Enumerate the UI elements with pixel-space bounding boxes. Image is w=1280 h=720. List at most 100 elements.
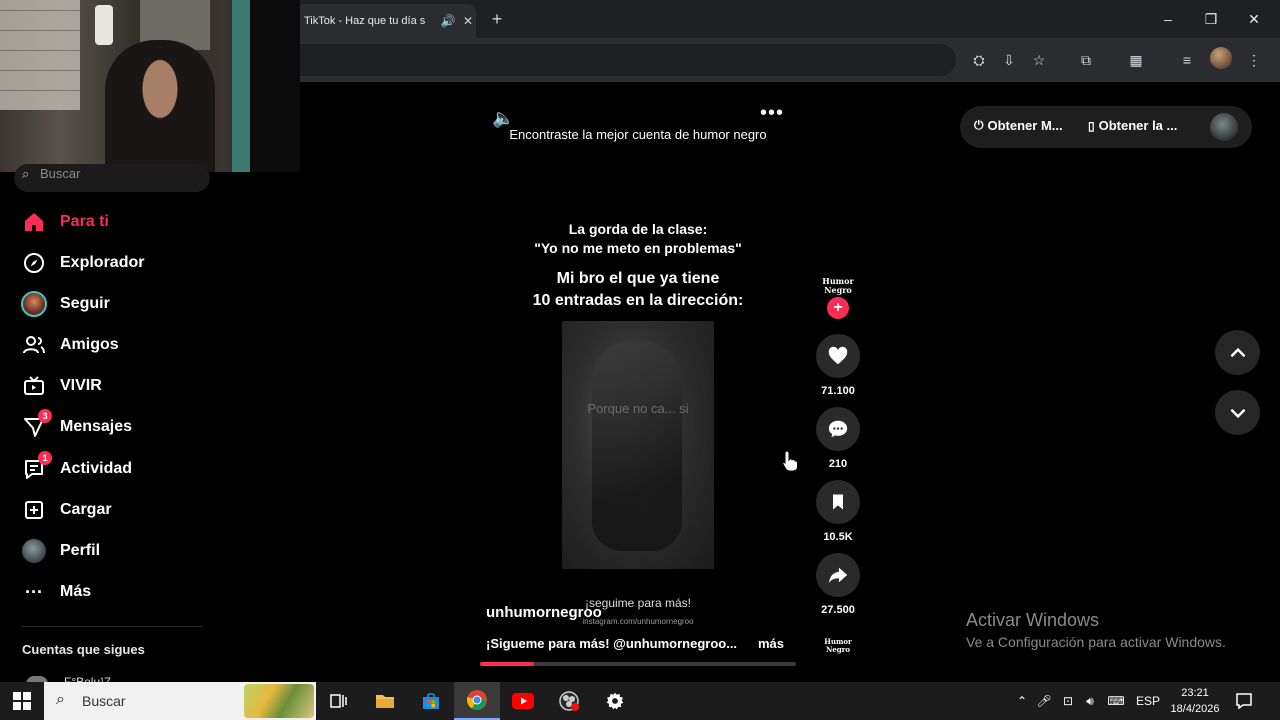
video-progress-fill [480,662,534,666]
share-button[interactable] [816,553,860,597]
new-tab-button[interactable]: + [486,8,508,30]
comment-button[interactable] [816,407,860,451]
extensions-icon[interactable]: ⧉ [1074,48,1098,72]
friends-icon [20,331,48,359]
volume-tray-icon[interactable]: 🔊︎ [1080,682,1100,720]
video-caption-top: Encontraste la mejor cuenta de humor neg… [509,127,767,142]
upload-icon [20,496,48,524]
tab-close-icon[interactable]: ✕ [460,14,476,28]
webcam-person [105,40,215,172]
activity-icon: 1 [20,451,52,483]
messages-badge: 3 [38,409,52,423]
next-video-button[interactable] [1215,390,1260,435]
chrome-menu-icon[interactable]: ⋮ [1242,48,1266,72]
taskbar-search-placeholder: Buscar [82,693,126,709]
music-disc[interactable]: Humor Negro [818,638,858,654]
home-icon [20,208,48,236]
sidebar-item-cargar[interactable]: Cargar [20,495,112,525]
file-explorer-button[interactable] [362,682,408,720]
sidebar-item-actividad[interactable]: 1 Actividad [20,451,132,484]
show-hidden-icons-chevron-up-icon[interactable]: ⌃ [1014,682,1030,720]
search-icon: ⌕ [56,691,65,708]
windows-taskbar: ⌕ Buscar ⌃ 🎤︎ ⊡ 🔊︎ ⌨ ESP 23:21 18/4/2026 [0,682,1280,720]
video-more-options-icon[interactable]: ••• [760,102,784,125]
get-desktop-app-button[interactable]: ⏻ Obtener M... [974,118,1063,133]
compass-icon [20,249,48,277]
sidebar-item-label: Mensajes [60,418,133,435]
windows-start-button[interactable] [0,682,44,720]
user-avatar[interactable] [1210,113,1238,141]
network-icon[interactable]: ⊡ [1058,682,1078,720]
sidebar-item-label: Perfil [60,542,101,559]
obs-recording-icon [559,691,579,711]
task-view-button[interactable] [316,682,362,720]
translate-icon[interactable]: ⛭ [967,48,991,72]
get-app-bar: ⏻ Obtener M... ▯ Obtener la ... [960,106,1252,148]
folder-icon [376,695,394,708]
video-player[interactable]: 🔈 ••• Encontraste la mejor cuenta de hum… [480,96,796,668]
chrome-taskbar-button[interactable] [454,682,500,720]
video-caption-mid: La gorda de la clase: "Yo no me meto en … [534,221,742,256]
install-app-icon[interactable]: ⇩ [997,48,1021,72]
more-dots-icon: ··· [25,581,43,602]
taskbar-clock[interactable]: 23:21 18/4/2026 [1168,685,1222,717]
comment-count: 210 [828,458,848,470]
tab-audio-icon[interactable]: 🔊 [440,14,456,28]
profile-avatar-browser[interactable] [1210,47,1232,69]
heart-icon [828,346,848,365]
chevron-down-icon [1230,408,1245,418]
minimize-button[interactable]: – [1146,6,1190,32]
input-language[interactable]: ESP [1134,682,1162,720]
settings-taskbar-button[interactable] [592,682,638,720]
video-author[interactable]: unhumornegroo [486,604,602,621]
share-arrow-icon [828,567,848,584]
sidebar-item-para-ti[interactable]: Para ti [20,207,109,237]
chrome-icon [466,690,487,710]
sidebar-item-mensajes[interactable]: 3 Mensajes [20,409,133,442]
desktop-app-icon: ⏻ [974,118,984,132]
sidebar-item-vivir[interactable]: VIVIR [20,371,102,401]
microphone-icon[interactable]: 🎤︎ [1036,682,1052,720]
phone-icon: ▯ [1088,118,1095,133]
follow-creator-button[interactable]: + [827,297,849,319]
sidebar-item-label: Más [60,583,92,600]
tab-groups-icon[interactable]: ▦ [1124,48,1148,72]
bookmark-star-icon[interactable]: ☆ [1027,48,1051,72]
creator-avatar[interactable]: Humor Negro [818,277,858,295]
description-more-link[interactable]: más [758,636,784,651]
media-control-icon[interactable]: ≡ [1175,48,1199,72]
taskbar-search-box[interactable]: ⌕ Buscar [44,682,316,720]
microsoft-store-button[interactable] [408,682,454,720]
sidebar-item-label: VIVIR [60,377,102,394]
live-tv-icon [20,372,48,400]
keyboard-icon[interactable]: ⌨ [1104,682,1128,720]
address-bar[interactable] [296,44,956,76]
sidebar-item-explorador[interactable]: Explorador [20,248,144,278]
get-mobile-app-button[interactable]: ▯ Obtener la ... [1088,118,1177,133]
video-progress-bar[interactable] [480,662,796,666]
like-button[interactable] [816,334,860,378]
sidebar-item-label: Cargar [60,501,112,518]
sidebar-search-input[interactable]: ⌕ Buscar [14,164,210,192]
browser-tab-tiktok[interactable]: TikTok - Haz que tu día s 🔊 ✕ [296,4,476,38]
obs-taskbar-button[interactable] [546,682,592,720]
save-button[interactable] [816,480,860,524]
youtube-taskbar-button[interactable] [500,682,546,720]
close-window-button[interactable]: ✕ [1232,6,1276,32]
profile-avatar [20,537,48,565]
video-caption-big: Mi bro el que ya tiene 10 entradas en la… [532,270,744,309]
like-count: 71.100 [821,385,855,397]
sidebar-divider [22,626,202,627]
sidebar-item-seguir[interactable]: Seguir [20,289,110,319]
sidebar-item-mas[interactable]: ··· Más [20,577,91,607]
sidebar-item-label: Para ti [60,213,109,230]
sidebar-item-amigos[interactable]: Amigos [20,330,119,360]
restore-button[interactable]: ❐ [1189,6,1233,32]
bookmark-icon [833,494,843,510]
sidebar-item-perfil[interactable]: Perfil [20,536,100,566]
tab-title: TikTok - Haz que tu día s [304,15,426,27]
notifications-icon[interactable] [1232,682,1256,720]
previous-video-button[interactable] [1215,330,1260,375]
webcam-overlay [0,0,300,172]
clock-date: 18/4/2026 [1170,703,1220,715]
